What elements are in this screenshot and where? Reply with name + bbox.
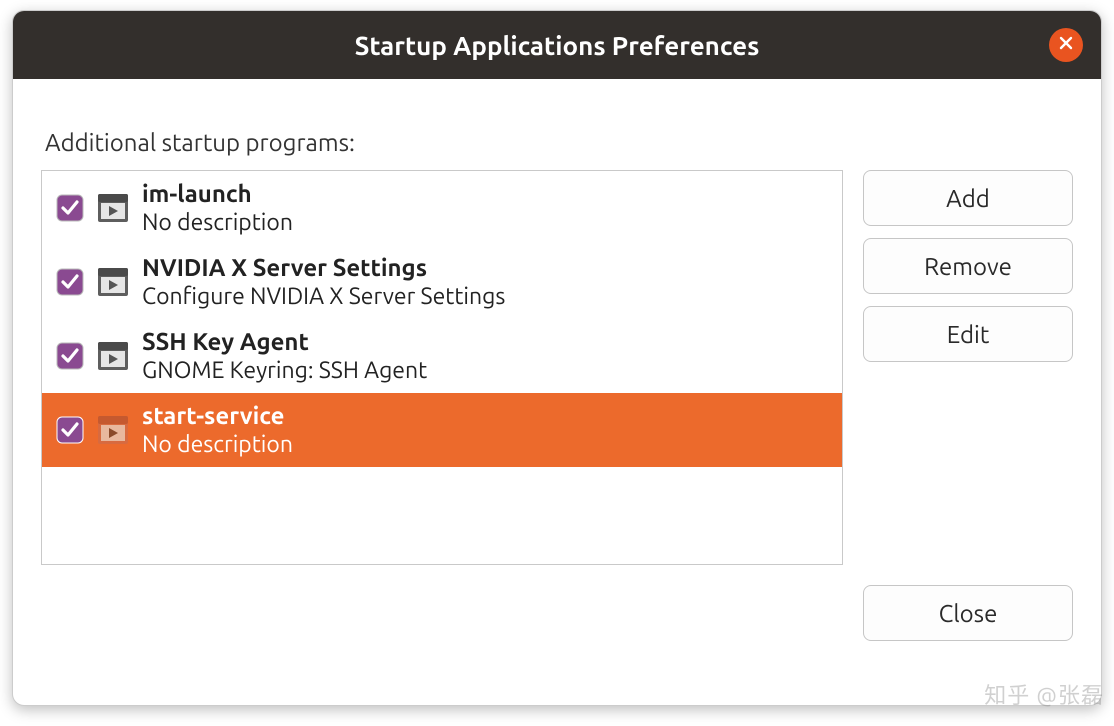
item-description: GNOME Keyring: SSH Agent xyxy=(142,357,427,385)
checkbox[interactable] xyxy=(56,416,84,444)
item-text: SSH Key AgentGNOME Keyring: SSH Agent xyxy=(142,328,427,384)
main-row: im-launchNo description NVIDIA X Server … xyxy=(41,170,1073,565)
window-title: Startup Applications Preferences xyxy=(355,31,760,60)
list-item[interactable]: SSH Key AgentGNOME Keyring: SSH Agent xyxy=(42,319,842,393)
startup-programs-list[interactable]: im-launchNo description NVIDIA X Server … xyxy=(41,170,843,565)
item-description: No description xyxy=(142,209,293,237)
item-description: No description xyxy=(142,431,293,459)
item-text: start-serviceNo description xyxy=(142,402,293,458)
item-text: NVIDIA X Server SettingsConfigure NVIDIA… xyxy=(142,254,505,310)
remove-button[interactable]: Remove xyxy=(863,238,1073,294)
close-window-button[interactable] xyxy=(1049,28,1083,62)
window-content: Additional startup programs: im-launchNo… xyxy=(13,79,1101,705)
item-name: start-service xyxy=(142,402,293,431)
item-name: SSH Key Agent xyxy=(142,328,427,357)
list-item[interactable]: start-serviceNo description xyxy=(42,393,842,467)
add-button[interactable]: Add xyxy=(863,170,1073,226)
application-icon xyxy=(98,194,128,222)
section-label: Additional startup programs: xyxy=(45,129,1073,156)
item-name: NVIDIA X Server Settings xyxy=(142,254,505,283)
edit-button[interactable]: Edit xyxy=(863,306,1073,362)
titlebar: Startup Applications Preferences xyxy=(13,11,1101,79)
item-description: Configure NVIDIA X Server Settings xyxy=(142,283,505,311)
application-icon xyxy=(98,416,128,444)
list-item[interactable]: NVIDIA X Server SettingsConfigure NVIDIA… xyxy=(42,245,842,319)
item-name: im-launch xyxy=(142,180,293,209)
item-text: im-launchNo description xyxy=(142,180,293,236)
checkbox[interactable] xyxy=(56,268,84,296)
footer: Close xyxy=(41,585,1073,641)
application-icon xyxy=(98,268,128,296)
close-icon xyxy=(1058,35,1074,55)
side-buttons: Add Remove Edit xyxy=(863,170,1073,362)
list-item[interactable]: im-launchNo description xyxy=(42,171,842,245)
checkbox[interactable] xyxy=(56,342,84,370)
checkbox[interactable] xyxy=(56,194,84,222)
application-icon xyxy=(98,342,128,370)
preferences-window: Startup Applications Preferences Additio… xyxy=(12,10,1102,706)
close-button[interactable]: Close xyxy=(863,585,1073,641)
